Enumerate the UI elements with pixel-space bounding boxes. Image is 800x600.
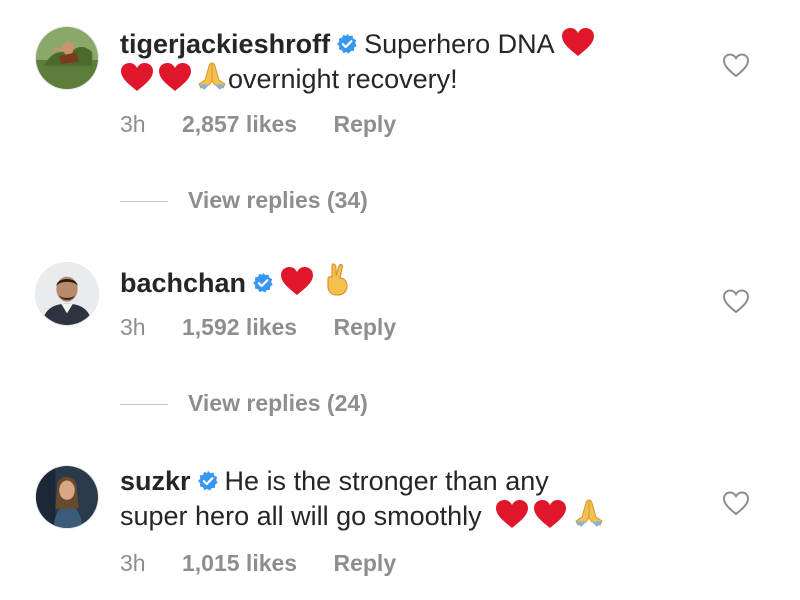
heart-outline-icon[interactable] bbox=[722, 52, 750, 78]
comment-text-line1: He is the stronger than any bbox=[224, 466, 549, 496]
red-heart-emoji bbox=[533, 499, 567, 529]
avatar[interactable] bbox=[35, 465, 99, 529]
timestamp: 3h bbox=[120, 314, 146, 340]
username[interactable]: suzkr bbox=[120, 466, 191, 496]
comment-text: bachchan bbox=[120, 262, 680, 299]
likes-count[interactable]: 1,015 likes bbox=[182, 550, 297, 576]
comment-text: suzkr He is the stronger than any super h… bbox=[120, 465, 680, 532]
view-replies-label: View replies (34) bbox=[188, 187, 368, 213]
reply-button[interactable]: Reply bbox=[333, 550, 396, 576]
comment-text: tigerjackieshroff Superhero DNA overnight… bbox=[120, 27, 680, 95]
heart-outline-icon[interactable] bbox=[722, 490, 750, 516]
username[interactable]: bachchan bbox=[120, 268, 246, 298]
comment-text-line1: Superhero DNA bbox=[364, 29, 554, 59]
replies-divider-line bbox=[120, 201, 168, 203]
heart-outline-icon[interactable] bbox=[722, 288, 750, 314]
view-replies-label: View replies (24) bbox=[188, 390, 368, 416]
verified-badge-icon bbox=[337, 33, 357, 54]
red-heart-emoji bbox=[561, 27, 595, 57]
likes-count[interactable]: 1,592 likes bbox=[182, 314, 297, 340]
likes-count[interactable]: 2,857 likes bbox=[182, 111, 297, 137]
view-replies-button[interactable]: View replies (24) bbox=[120, 390, 368, 417]
comment-text-line2: super hero all will go smoothly bbox=[120, 501, 482, 531]
folded-hands-emoji bbox=[196, 60, 228, 92]
comment-text-line2: overnight recovery! bbox=[228, 64, 458, 94]
avatar[interactable] bbox=[35, 26, 99, 90]
folded-hands-emoji bbox=[573, 497, 605, 529]
reply-button[interactable]: Reply bbox=[333, 111, 396, 137]
avatar[interactable] bbox=[35, 262, 99, 326]
red-heart-emoji bbox=[280, 266, 314, 296]
replies-divider-line bbox=[120, 404, 168, 406]
username[interactable]: tigerjackieshroff bbox=[120, 29, 330, 59]
timestamp: 3h bbox=[120, 111, 146, 137]
reply-button[interactable]: Reply bbox=[333, 314, 396, 340]
comment-meta: 3h 2,857 likes Reply bbox=[120, 111, 426, 138]
comment-meta: 3h 1,592 likes Reply bbox=[120, 314, 426, 341]
timestamp: 3h bbox=[120, 550, 146, 576]
red-heart-emoji bbox=[158, 62, 192, 92]
verified-badge-icon bbox=[253, 272, 273, 293]
verified-badge-icon bbox=[197, 470, 218, 491]
red-heart-emoji bbox=[120, 62, 154, 92]
view-replies-button[interactable]: View replies (34) bbox=[120, 187, 368, 214]
crossed-fingers-emoji bbox=[324, 262, 350, 296]
red-heart-emoji bbox=[495, 499, 529, 529]
comment-meta: 3h 1,015 likes Reply bbox=[120, 550, 426, 577]
